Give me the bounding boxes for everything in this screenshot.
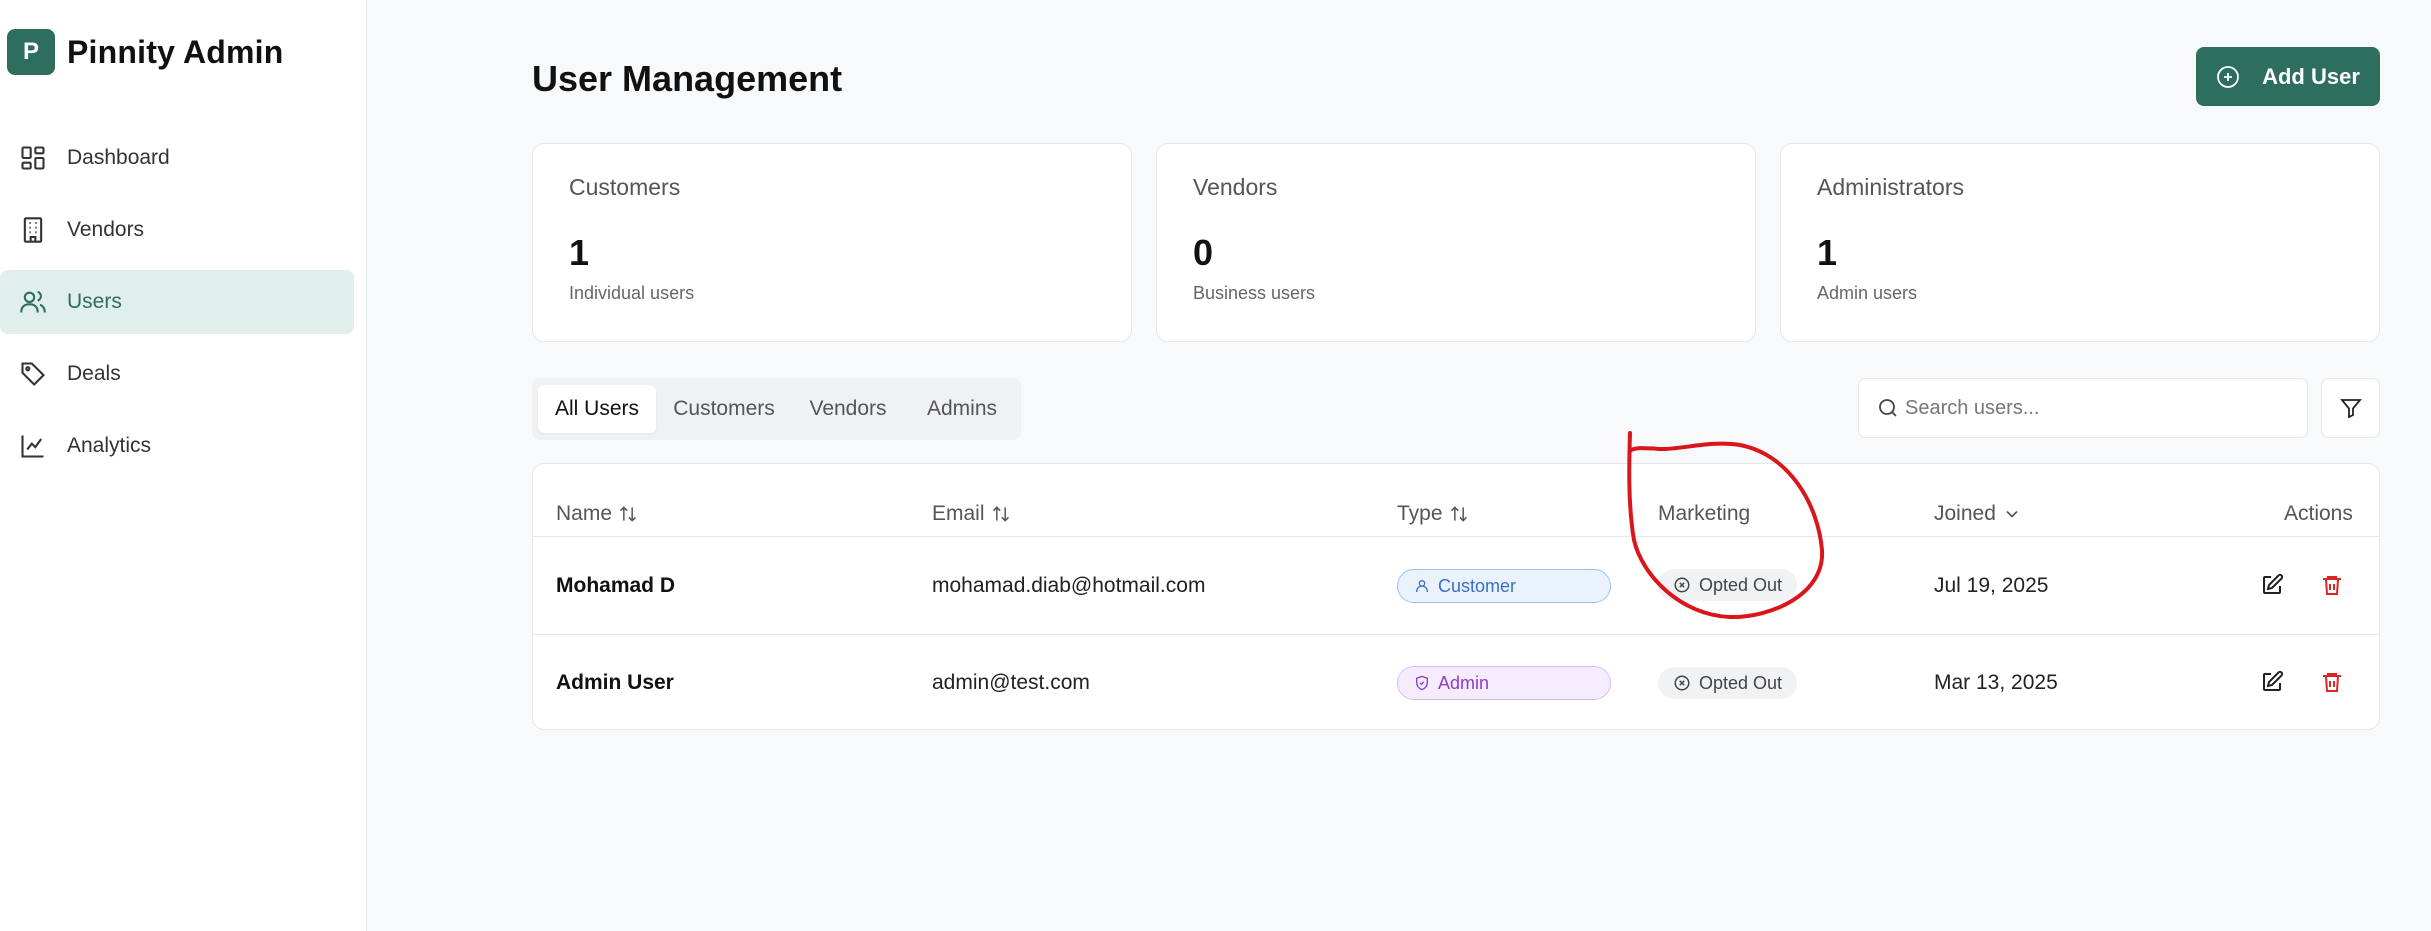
tag-icon [21, 362, 45, 386]
stat-title: Administrators [1817, 174, 1964, 200]
sidebar: P Pinnity Admin Dashboard Vendors Users … [0, 0, 367, 931]
sort-icon [620, 506, 637, 522]
stat-subtitle: Individual users [569, 283, 695, 303]
stat-subtitle: Business users [1193, 283, 1316, 303]
edit-button[interactable] [2256, 569, 2288, 601]
column-label: Joined [1934, 502, 1996, 525]
column-label: Name [556, 502, 613, 525]
sort-icon [992, 506, 1009, 522]
column-label: Marketing [1658, 502, 1751, 525]
chart-line-icon [21, 435, 44, 458]
add-user-label: Add User [2262, 63, 2360, 89]
stat-title: Customers [569, 174, 681, 200]
stat-subtitle: Admin users [1817, 283, 1918, 303]
stat-card-vendors: Vendors 0 Business users [1156, 143, 1756, 342]
chevron-down-icon [2006, 510, 2018, 518]
column-header-joined[interactable]: Joined [1934, 489, 2022, 539]
search-box [1858, 378, 2308, 438]
trash-icon [2323, 576, 2341, 595]
dashboard-icon [21, 146, 45, 170]
users-table: Name Email Type Marketing Joined Actions… [532, 463, 2380, 730]
marketing-label: Opted Out [1699, 672, 1783, 693]
type-badge: Customer [1397, 569, 1611, 603]
x-circle-icon [1674, 675, 1690, 691]
filter-icon [2339, 399, 2362, 419]
stat-value: 1 [1817, 232, 1838, 273]
building-icon [23, 217, 43, 243]
stat-card-administrators: Administrators 1 Admin users [1780, 143, 2380, 342]
search-input[interactable] [1905, 379, 2295, 437]
column-header-actions: Actions [2284, 489, 2353, 539]
page-title: User Management [532, 58, 843, 99]
tab-admins[interactable]: Admins [910, 385, 1014, 433]
user-icon [1416, 580, 1428, 592]
x-circle-icon [1674, 577, 1690, 593]
stat-value: 1 [569, 232, 590, 273]
column-header-name[interactable]: Name [556, 489, 638, 539]
user-name: Admin User [556, 671, 674, 694]
user-filter-tabs: All Users Customers Vendors Admins [532, 378, 1021, 440]
tab-vendors[interactable]: Vendors [792, 385, 904, 433]
brand-logo: P [7, 29, 55, 75]
table-row[interactable]: Mohamad D mohamad.diab@hotmail.com Custo… [533, 536, 2379, 634]
marketing-label: Opted Out [1699, 574, 1783, 595]
trash-icon [2323, 673, 2341, 692]
user-name: Mohamad D [556, 573, 676, 597]
brand[interactable]: P Pinnity Admin [7, 29, 284, 75]
filter-button[interactable] [2321, 378, 2380, 438]
tab-all-users[interactable]: All Users [538, 385, 656, 433]
marketing-status-badge: Opted Out [1658, 667, 1798, 699]
column-header-marketing: Marketing [1658, 489, 1750, 539]
app-title: Pinnity Admin [67, 33, 284, 70]
sidebar-item-label: Users [67, 290, 122, 313]
add-user-button[interactable]: Add User [2196, 47, 2380, 106]
shield-icon [1416, 675, 1428, 691]
sidebar-item-analytics[interactable]: Analytics [0, 414, 354, 478]
sidebar-item-dashboard[interactable]: Dashboard [0, 126, 354, 190]
sidebar-item-label: Dashboard [67, 146, 170, 169]
stat-card-customers: Customers 1 Individual users [532, 143, 1132, 342]
delete-button[interactable] [2316, 666, 2348, 698]
search-icon [1879, 399, 1897, 417]
tab-customers[interactable]: Customers [662, 385, 786, 433]
stat-title: Vendors [1193, 174, 1278, 200]
type-badge: Admin [1397, 666, 1611, 700]
joined-date: Jul 19, 2025 [1934, 573, 2049, 597]
edit-icon [2263, 573, 2284, 594]
edit-button[interactable] [2256, 666, 2288, 698]
type-label: Admin [1438, 672, 1490, 693]
column-label: Type [1397, 502, 1443, 525]
user-email: mohamad.diab@hotmail.com [932, 573, 1206, 597]
sidebar-item-users[interactable]: Users [0, 270, 354, 334]
delete-button[interactable] [2316, 569, 2348, 601]
sidebar-item-vendors[interactable]: Vendors [0, 198, 354, 262]
marketing-status-badge: Opted Out [1658, 569, 1798, 601]
user-email: admin@test.com [932, 671, 1090, 694]
stat-value: 0 [1193, 232, 1214, 273]
table-row[interactable]: Admin User admin@test.com Admin Opted Ou… [533, 634, 2379, 729]
sidebar-item-label: Analytics [67, 434, 152, 457]
sort-icon [1450, 506, 1467, 522]
users-icon [20, 290, 46, 313]
sidebar-item-label: Deals [67, 362, 121, 385]
sidebar-item-label: Vendors [67, 218, 145, 241]
column-label: Email [932, 502, 985, 525]
joined-date: Mar 13, 2025 [1934, 671, 2058, 694]
edit-icon [2263, 670, 2284, 691]
sidebar-item-deals[interactable]: Deals [0, 342, 354, 406]
plus-circle-icon [2217, 65, 2239, 88]
column-label: Actions [2284, 502, 2353, 525]
column-header-email[interactable]: Email [932, 489, 1011, 539]
column-header-type[interactable]: Type [1397, 489, 1469, 539]
type-label: Customer [1438, 575, 1517, 596]
